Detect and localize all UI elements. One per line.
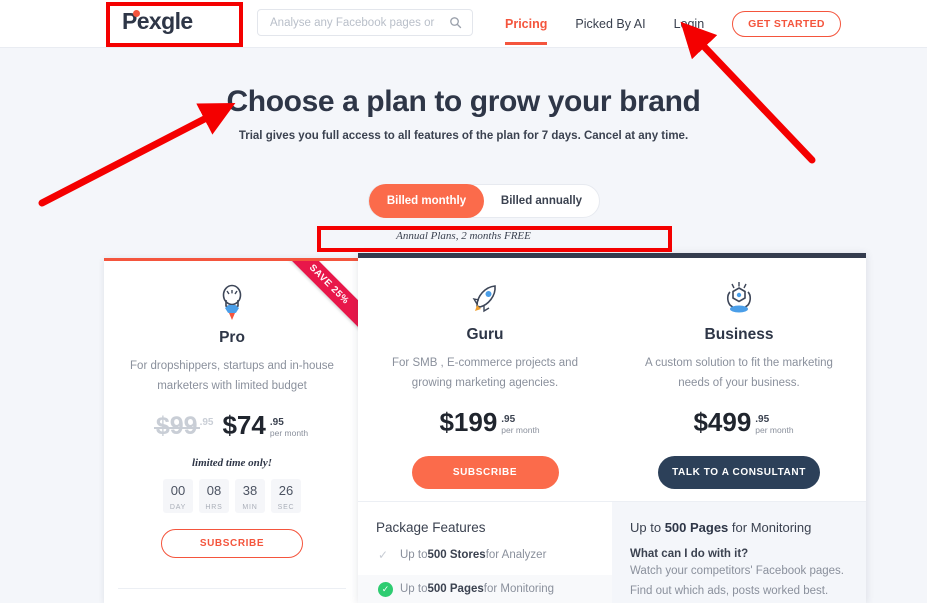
countdown-sec-value: 26: [278, 483, 294, 498]
check-green-icon: ✓: [378, 581, 393, 597]
main-nav: Pricing Picked By AI Login GET STARTED: [505, 0, 841, 48]
price-meta: .95 per month: [270, 417, 308, 439]
package-features-title: Package Features: [376, 520, 486, 535]
countdown-hrs: 08 HRS: [199, 479, 229, 513]
price-cents-guru: .95: [501, 414, 516, 425]
nav-active-underline: [505, 42, 548, 45]
price-period-business: per month: [755, 425, 794, 435]
info-panel-line1: Watch your competitors' Facebook pages.: [630, 565, 844, 577]
talk-to-consultant-button[interactable]: TALK TO A CONSULTANT: [658, 456, 820, 489]
countdown-day-label: DAY: [169, 504, 187, 511]
plan-description-pro: For dropshippers, startups and in-house …: [130, 360, 334, 392]
plan-name-pro: Pro: [219, 329, 245, 346]
page-root: Pexgle Pricing Picked By AI Login: [0, 0, 927, 603]
price-cents-business: .95: [755, 414, 770, 425]
price-old: $99: [153, 412, 200, 440]
plan-card-pro: SAVE 25% Pro For dropshippers, startups …: [104, 258, 360, 603]
countdown-sec-label: SEC: [277, 504, 295, 511]
info-title-prefix: Up to: [630, 520, 665, 535]
price-value-guru: $199: [439, 407, 498, 437]
logo-text: Pexgle: [122, 8, 193, 35]
plan-card-business: Business A custom solution to fit the ma…: [612, 258, 866, 503]
search-input[interactable]: [258, 16, 438, 29]
plan-description-guru: For SMB , E-commerce projects and growin…: [392, 357, 578, 389]
nav-item-login[interactable]: Login: [674, 1, 705, 47]
subscribe-button-pro[interactable]: SUBSCRIBE: [161, 529, 303, 558]
info-panel-question: What can I do with it?: [630, 548, 749, 560]
countdown-sec: 26 SEC: [271, 479, 301, 513]
site-header: Pexgle Pricing Picked By AI Login: [0, 0, 927, 48]
feature-suffix: for Monitoring: [483, 583, 555, 595]
feature-info-panel: Up to 500 Pages for Monitoring What can …: [612, 502, 866, 603]
rocket-icon: [358, 278, 612, 320]
page-title: Choose a plan to grow your brand: [226, 85, 701, 118]
price-period: per month: [269, 428, 309, 438]
package-features: Package Features ✓ Up to 500 Stores for …: [358, 502, 612, 603]
price-cents: .95: [269, 417, 284, 428]
search-icon[interactable]: [449, 16, 462, 34]
info-title-suffix: for Monitoring: [728, 520, 812, 535]
plans-panel: Guru For SMB , E-commerce projects and g…: [358, 253, 866, 603]
price-meta-guru: .95 per month: [501, 414, 539, 436]
feature-bold: 500 Pages: [427, 583, 484, 595]
countdown-day-value: 00: [170, 483, 186, 498]
nav-item-pricing[interactable]: Pricing: [505, 1, 548, 47]
feature-row[interactable]: ✓ Up to 500 Stores for Analyzer: [376, 541, 612, 569]
price-new: $74: [222, 410, 266, 440]
plan-price-business: $499 .95 per month: [612, 407, 866, 438]
countdown-timer: 00 DAY 08 HRS 38 MIN 26 SEC: [104, 479, 360, 513]
get-started-button[interactable]: GET STARTED: [732, 11, 841, 37]
page-subtitle: Trial gives you full access to all featu…: [238, 130, 689, 142]
plan-card-guru: Guru For SMB , E-commerce projects and g…: [358, 258, 612, 503]
nav-label-picked-by-ai: Picked By AI: [575, 17, 646, 31]
countdown-day: 00 DAY: [163, 479, 193, 513]
plan-name-business: Business: [704, 326, 774, 343]
price-value-business: $499: [693, 407, 752, 437]
subscribe-button-guru[interactable]: SUBSCRIBE: [411, 456, 559, 489]
plan-description-business: A custom solution to fit the marketing n…: [645, 357, 833, 389]
limited-time-text: limited time only!: [191, 457, 273, 469]
countdown-hrs-label: HRS: [205, 504, 223, 511]
feature-suffix: for Analyzer: [485, 549, 547, 561]
nav-item-picked-by-ai[interactable]: Picked By AI: [575, 1, 645, 47]
price-meta-business: .95 per month: [755, 414, 793, 436]
billing-option-monthly[interactable]: Billed monthly: [369, 184, 484, 218]
hands-box-icon: [612, 278, 866, 320]
logo-dot-icon: [133, 10, 140, 17]
billing-toggle: Billed monthly Billed annually: [368, 184, 600, 218]
logo[interactable]: Pexgle: [122, 8, 193, 35]
nav-label-pricing: Pricing: [505, 17, 548, 31]
info-panel-line2: Find out which ads, posts worked best.: [630, 585, 829, 597]
arrow-to-title: [38, 102, 236, 207]
plan-price-guru: $199 .95 per month: [358, 407, 612, 438]
countdown-min: 38 MIN: [235, 479, 265, 513]
feature-prefix: Up to: [400, 583, 428, 595]
countdown-min-value: 38: [242, 483, 258, 498]
billing-option-annually[interactable]: Billed annually: [484, 184, 599, 218]
panel-lower: Package Features ✓ Up to 500 Stores for …: [358, 502, 866, 603]
search-box[interactable]: [257, 9, 473, 36]
pro-card-divider: [118, 588, 346, 589]
info-panel-title: Up to 500 Pages for Monitoring: [630, 520, 850, 535]
plan-name-guru: Guru: [466, 326, 504, 343]
annual-plans-note: Annual Plans, 2 months FREE: [396, 230, 531, 242]
plan-price-pro: $99 .95 $74 .95 per month: [104, 410, 360, 441]
check-grey-icon: ✓: [378, 548, 389, 562]
info-title-bold: 500 Pages: [664, 520, 729, 535]
price-old-cents: .95: [199, 417, 214, 428]
nav-label-login: Login: [673, 17, 705, 31]
feature-prefix: Up to: [400, 549, 428, 561]
plan-columns: Guru For SMB , E-commerce projects and g…: [358, 258, 866, 503]
feature-bold: 500 Stores: [427, 549, 486, 561]
countdown-min-label: MIN: [242, 504, 258, 511]
feature-row[interactable]: ✓ Up to 500 Pages for Monitoring: [358, 575, 612, 603]
price-period-guru: per month: [501, 425, 540, 435]
countdown-hrs-value: 08: [206, 483, 222, 498]
